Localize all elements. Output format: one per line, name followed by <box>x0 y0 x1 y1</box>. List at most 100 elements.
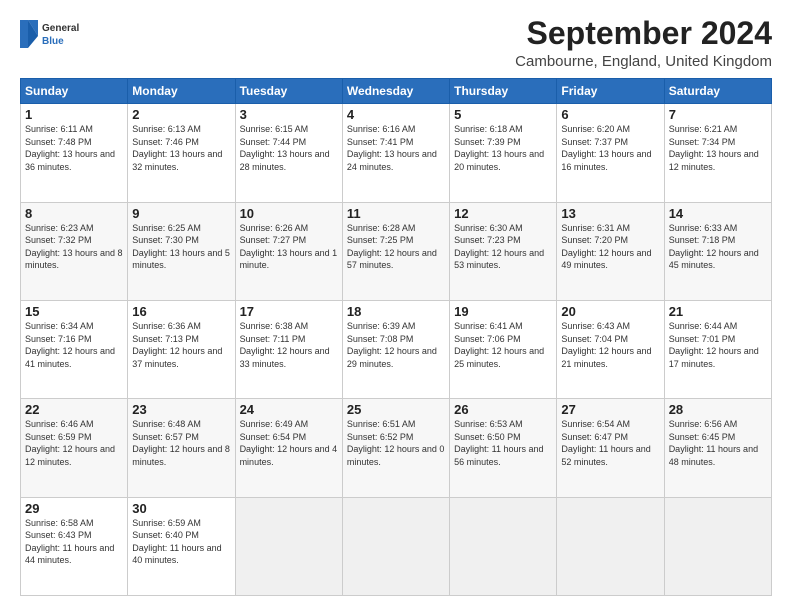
table-row: 5Sunrise: 6:18 AM Sunset: 7:39 PM Daylig… <box>450 104 557 202</box>
day-info: Sunrise: 6:51 AM Sunset: 6:52 PM Dayligh… <box>347 418 445 468</box>
location: Cambourne, England, United Kingdom <box>515 53 772 70</box>
table-row: 25Sunrise: 6:51 AM Sunset: 6:52 PM Dayli… <box>342 399 449 497</box>
day-info: Sunrise: 6:44 AM Sunset: 7:01 PM Dayligh… <box>669 320 767 370</box>
day-number: 9 <box>132 206 230 221</box>
day-number: 16 <box>132 304 230 319</box>
table-row: 18Sunrise: 6:39 AM Sunset: 7:08 PM Dayli… <box>342 300 449 398</box>
day-number: 30 <box>132 501 230 516</box>
day-info: Sunrise: 6:30 AM Sunset: 7:23 PM Dayligh… <box>454 222 552 272</box>
day-info: Sunrise: 6:48 AM Sunset: 6:57 PM Dayligh… <box>132 418 230 468</box>
calendar-table: Sunday Monday Tuesday Wednesday Thursday… <box>20 78 772 596</box>
day-number: 26 <box>454 402 552 417</box>
svg-text:General: General <box>42 23 79 34</box>
calendar-header-row: Sunday Monday Tuesday Wednesday Thursday… <box>21 79 772 104</box>
day-number: 10 <box>240 206 338 221</box>
table-row: 3Sunrise: 6:15 AM Sunset: 7:44 PM Daylig… <box>235 104 342 202</box>
day-number: 6 <box>561 107 659 122</box>
day-info: Sunrise: 6:59 AM Sunset: 6:40 PM Dayligh… <box>132 517 230 567</box>
table-row: 19Sunrise: 6:41 AM Sunset: 7:06 PM Dayli… <box>450 300 557 398</box>
table-row: 24Sunrise: 6:49 AM Sunset: 6:54 PM Dayli… <box>235 399 342 497</box>
day-number: 28 <box>669 402 767 417</box>
day-number: 22 <box>25 402 123 417</box>
table-row: 29Sunrise: 6:58 AM Sunset: 6:43 PM Dayli… <box>21 497 128 595</box>
table-row: 14Sunrise: 6:33 AM Sunset: 7:18 PM Dayli… <box>664 202 771 300</box>
col-thursday: Thursday <box>450 79 557 104</box>
day-info: Sunrise: 6:53 AM Sunset: 6:50 PM Dayligh… <box>454 418 552 468</box>
table-row: 23Sunrise: 6:48 AM Sunset: 6:57 PM Dayli… <box>128 399 235 497</box>
col-wednesday: Wednesday <box>342 79 449 104</box>
table-row: 8Sunrise: 6:23 AM Sunset: 7:32 PM Daylig… <box>21 202 128 300</box>
day-info: Sunrise: 6:20 AM Sunset: 7:37 PM Dayligh… <box>561 123 659 173</box>
day-info: Sunrise: 6:18 AM Sunset: 7:39 PM Dayligh… <box>454 123 552 173</box>
day-info: Sunrise: 6:39 AM Sunset: 7:08 PM Dayligh… <box>347 320 445 370</box>
day-info: Sunrise: 6:46 AM Sunset: 6:59 PM Dayligh… <box>25 418 123 468</box>
day-number: 11 <box>347 206 445 221</box>
day-number: 4 <box>347 107 445 122</box>
table-row: 1Sunrise: 6:11 AM Sunset: 7:48 PM Daylig… <box>21 104 128 202</box>
calendar-week-4: 22Sunrise: 6:46 AM Sunset: 6:59 PM Dayli… <box>21 399 772 497</box>
day-number: 18 <box>347 304 445 319</box>
day-info: Sunrise: 6:23 AM Sunset: 7:32 PM Dayligh… <box>25 222 123 272</box>
table-row <box>450 497 557 595</box>
table-row: 6Sunrise: 6:20 AM Sunset: 7:37 PM Daylig… <box>557 104 664 202</box>
table-row: 9Sunrise: 6:25 AM Sunset: 7:30 PM Daylig… <box>128 202 235 300</box>
day-info: Sunrise: 6:16 AM Sunset: 7:41 PM Dayligh… <box>347 123 445 173</box>
day-number: 29 <box>25 501 123 516</box>
table-row <box>557 497 664 595</box>
table-row: 2Sunrise: 6:13 AM Sunset: 7:46 PM Daylig… <box>128 104 235 202</box>
col-monday: Monday <box>128 79 235 104</box>
day-number: 8 <box>25 206 123 221</box>
table-row: 30Sunrise: 6:59 AM Sunset: 6:40 PM Dayli… <box>128 497 235 595</box>
table-row: 15Sunrise: 6:34 AM Sunset: 7:16 PM Dayli… <box>21 300 128 398</box>
calendar-week-5: 29Sunrise: 6:58 AM Sunset: 6:43 PM Dayli… <box>21 497 772 595</box>
day-info: Sunrise: 6:43 AM Sunset: 7:04 PM Dayligh… <box>561 320 659 370</box>
table-row <box>235 497 342 595</box>
logo: General Blue <box>20 16 80 52</box>
day-number: 2 <box>132 107 230 122</box>
table-row: 12Sunrise: 6:30 AM Sunset: 7:23 PM Dayli… <box>450 202 557 300</box>
table-row: 7Sunrise: 6:21 AM Sunset: 7:34 PM Daylig… <box>664 104 771 202</box>
calendar-week-1: 1Sunrise: 6:11 AM Sunset: 7:48 PM Daylig… <box>21 104 772 202</box>
day-number: 23 <box>132 402 230 417</box>
table-row: 21Sunrise: 6:44 AM Sunset: 7:01 PM Dayli… <box>664 300 771 398</box>
day-number: 19 <box>454 304 552 319</box>
table-row: 16Sunrise: 6:36 AM Sunset: 7:13 PM Dayli… <box>128 300 235 398</box>
day-info: Sunrise: 6:41 AM Sunset: 7:06 PM Dayligh… <box>454 320 552 370</box>
col-tuesday: Tuesday <box>235 79 342 104</box>
month-title: September 2024 <box>515 16 772 51</box>
day-number: 25 <box>347 402 445 417</box>
day-number: 14 <box>669 206 767 221</box>
table-row: 4Sunrise: 6:16 AM Sunset: 7:41 PM Daylig… <box>342 104 449 202</box>
day-info: Sunrise: 6:33 AM Sunset: 7:18 PM Dayligh… <box>669 222 767 272</box>
day-info: Sunrise: 6:25 AM Sunset: 7:30 PM Dayligh… <box>132 222 230 272</box>
logo-svg: General Blue <box>20 16 80 52</box>
title-block: September 2024 Cambourne, England, Unite… <box>515 16 772 70</box>
col-sunday: Sunday <box>21 79 128 104</box>
table-row: 17Sunrise: 6:38 AM Sunset: 7:11 PM Dayli… <box>235 300 342 398</box>
day-info: Sunrise: 6:28 AM Sunset: 7:25 PM Dayligh… <box>347 222 445 272</box>
table-row: 11Sunrise: 6:28 AM Sunset: 7:25 PM Dayli… <box>342 202 449 300</box>
day-number: 13 <box>561 206 659 221</box>
calendar-week-3: 15Sunrise: 6:34 AM Sunset: 7:16 PM Dayli… <box>21 300 772 398</box>
table-row <box>342 497 449 595</box>
day-info: Sunrise: 6:54 AM Sunset: 6:47 PM Dayligh… <box>561 418 659 468</box>
day-info: Sunrise: 6:11 AM Sunset: 7:48 PM Dayligh… <box>25 123 123 173</box>
calendar-week-2: 8Sunrise: 6:23 AM Sunset: 7:32 PM Daylig… <box>21 202 772 300</box>
day-number: 21 <box>669 304 767 319</box>
day-number: 24 <box>240 402 338 417</box>
table-row: 22Sunrise: 6:46 AM Sunset: 6:59 PM Dayli… <box>21 399 128 497</box>
table-row: 10Sunrise: 6:26 AM Sunset: 7:27 PM Dayli… <box>235 202 342 300</box>
day-number: 27 <box>561 402 659 417</box>
day-info: Sunrise: 6:13 AM Sunset: 7:46 PM Dayligh… <box>132 123 230 173</box>
day-info: Sunrise: 6:56 AM Sunset: 6:45 PM Dayligh… <box>669 418 767 468</box>
table-row <box>664 497 771 595</box>
table-row: 20Sunrise: 6:43 AM Sunset: 7:04 PM Dayli… <box>557 300 664 398</box>
table-row: 27Sunrise: 6:54 AM Sunset: 6:47 PM Dayli… <box>557 399 664 497</box>
col-friday: Friday <box>557 79 664 104</box>
svg-text:Blue: Blue <box>42 36 64 47</box>
header: General Blue September 2024 Cambourne, E… <box>20 16 772 70</box>
day-number: 7 <box>669 107 767 122</box>
day-number: 12 <box>454 206 552 221</box>
day-info: Sunrise: 6:15 AM Sunset: 7:44 PM Dayligh… <box>240 123 338 173</box>
day-number: 17 <box>240 304 338 319</box>
